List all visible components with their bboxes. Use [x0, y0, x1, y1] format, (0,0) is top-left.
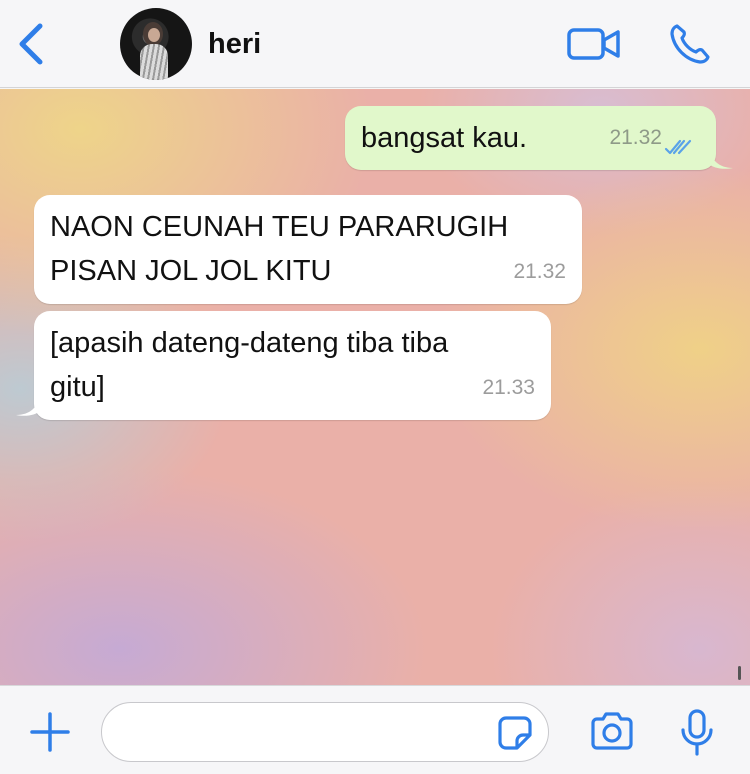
message-text: NAON CEUNAH TEU PARARUGIH PISAN JOL JOL … — [50, 211, 509, 287]
message-composer — [0, 685, 750, 774]
message-text: [apasih dateng-dateng tiba tiba gitu] — [50, 327, 449, 403]
microphone-icon[interactable] — [679, 708, 715, 758]
bubble-tail — [16, 395, 40, 416]
sticker-icon[interactable] — [497, 715, 533, 751]
incoming-message-bubble[interactable]: NAON CEUNAH TEU PARARUGIH PISAN JOL JOL … — [34, 195, 582, 304]
contact-name[interactable]: heri — [208, 28, 261, 61]
outgoing-message-bubble[interactable]: bangsat kau. 21.32 — [345, 106, 733, 170]
message-time: 21.32 — [609, 126, 662, 149]
chat-area[interactable]: bangsat kau. 21.32 NAON CEUNAH TEU PARAR… — [0, 89, 750, 685]
message-time: 21.33 — [482, 376, 535, 399]
message-input[interactable] — [101, 702, 549, 762]
incoming-message-bubble[interactable]: [apasih dateng-dateng tiba tiba gitu] 21… — [16, 311, 551, 420]
contact-avatar[interactable] — [120, 8, 192, 80]
camera-icon[interactable] — [589, 711, 635, 751]
chat-header: heri — [0, 0, 750, 88]
scroll-indicator[interactable] — [738, 666, 741, 680]
back-chevron-icon[interactable] — [14, 22, 48, 66]
video-call-icon[interactable] — [566, 24, 622, 64]
plus-icon[interactable] — [28, 710, 72, 754]
message-time: 21.32 — [513, 260, 566, 283]
phone-call-icon[interactable] — [668, 22, 712, 66]
read-receipt-double-tick-icon — [664, 139, 692, 155]
bubble-tail — [709, 148, 733, 169]
